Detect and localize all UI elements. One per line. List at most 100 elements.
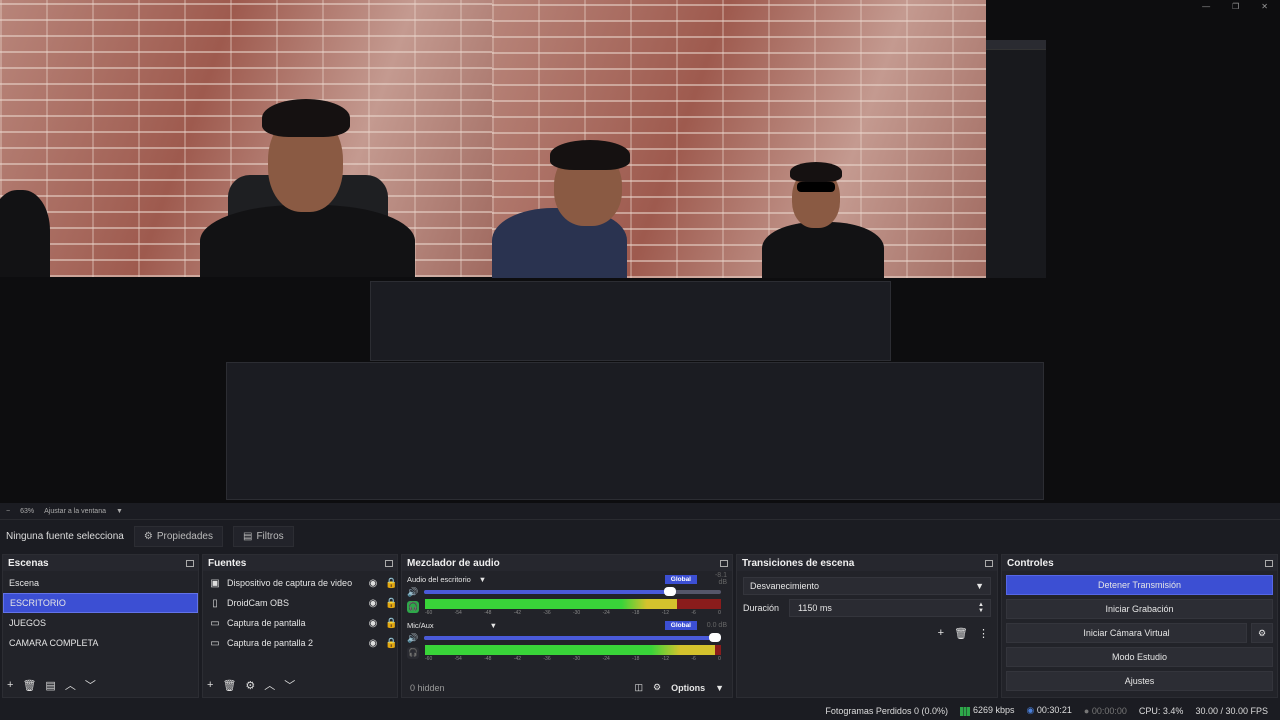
meter-tick-label: -60 — [425, 610, 433, 616]
meter-tick-label: -6 — [691, 656, 696, 662]
chevron-down-icon[interactable]: ▼ — [715, 683, 724, 693]
transitions-title: Transiciones de escena — [737, 555, 997, 571]
headphones-icon[interactable]: 🎧 — [407, 601, 419, 613]
filters-button[interactable]: ▤ Filtros — [233, 525, 294, 547]
webcam-feed-right — [492, 0, 986, 278]
properties-label: Propiedades — [156, 530, 213, 542]
chevron-up-icon[interactable]: ︿ — [264, 677, 275, 693]
eye-icon[interactable]: ◉ — [367, 638, 379, 649]
volume-slider[interactable] — [424, 633, 721, 642]
chevron-up-icon[interactable]: ︿ — [65, 677, 76, 693]
chevron-down-icon[interactable]: ﹀ — [284, 677, 295, 693]
source-item[interactable]: ▯ DroidCam OBS ◉ 🔒 — [203, 593, 397, 613]
person-body — [762, 222, 884, 278]
popout-icon[interactable] — [385, 559, 393, 567]
eye-icon[interactable]: ◉ — [367, 578, 379, 589]
minimize-icon[interactable]: — — [1202, 0, 1210, 14]
preview-zoom-bar: − 63% Ajustar a la ventana ▼ — [0, 504, 1280, 520]
add-icon[interactable]: + — [207, 679, 213, 691]
lock-icon[interactable]: 🔒 — [385, 618, 397, 629]
start-recording-button[interactable]: Iniciar Grabación — [1006, 599, 1273, 619]
start-virtual-camera-button[interactable]: Iniciar Cámara Virtual — [1006, 623, 1247, 643]
spinner-icon[interactable]: ▲ ▼ — [978, 602, 984, 614]
preview-canvas[interactable]: — ❐ ✕ — [0, 0, 1280, 503]
zoom-minus-icon[interactable]: − — [6, 508, 10, 515]
source-item[interactable]: ▭ Captura de pantalla 2 ◉ 🔒 — [203, 633, 397, 653]
chevron-down-icon[interactable]: ▼ — [116, 508, 123, 515]
volume-slider[interactable] — [424, 587, 721, 596]
nested-window-edge — [986, 40, 1046, 278]
properties-button[interactable]: ⚙ Propiedades — [133, 525, 223, 547]
source-name: Dispositivo de captura de video — [227, 578, 353, 588]
layout-icon[interactable]: ◫ — [634, 682, 643, 693]
scene-item[interactable]: JUEGOS — [3, 613, 198, 633]
options-button[interactable]: Options — [671, 683, 705, 693]
filter-icon[interactable]: ▤ — [45, 679, 55, 692]
signal-icon — [959, 706, 970, 716]
volume-meter: -60 -54 -48 -42 -36 -30 -24 -18 -12 -6 0 — [425, 599, 721, 616]
trash-icon[interactable]: 🗑 — [954, 627, 968, 640]
close-icon[interactable]: ✕ — [1261, 0, 1268, 14]
meter-tick-label: -6 — [691, 610, 696, 616]
transition-selected: Desvanecimiento — [750, 581, 820, 591]
scene-item[interactable]: Escena — [3, 573, 198, 593]
transitions-dock: Transiciones de escena Desvanecimiento ▼… — [736, 554, 998, 698]
transition-select[interactable]: Desvanecimiento ▼ — [743, 577, 991, 595]
duration-input[interactable]: 1150 ms ▲ ▼ — [789, 599, 991, 617]
meter-tick-label: -30 — [572, 656, 581, 662]
window-controls[interactable]: — ❐ ✕ — [1180, 0, 1280, 14]
meter-tick-label: 0 — [718, 610, 721, 616]
studio-mode-button[interactable]: Modo Estudio — [1006, 647, 1273, 667]
meter-tick-label: -48 — [484, 656, 492, 662]
stop-stream-button[interactable]: Detener Transmisión — [1006, 575, 1273, 595]
sunglasses — [797, 182, 835, 192]
filters-label: Filtros — [256, 530, 284, 542]
lock-icon[interactable]: 🔒 — [385, 578, 397, 589]
popout-icon[interactable] — [720, 559, 728, 567]
scene-item-selected[interactable]: ESCRITORIO — [3, 593, 198, 613]
trash-icon[interactable]: 🗑 — [222, 679, 236, 692]
lock-icon[interactable]: 🔒 — [385, 638, 397, 649]
chevron-down-icon[interactable]: ﹀ — [85, 677, 96, 693]
gear-icon[interactable]: ⚙ — [245, 679, 255, 692]
meter-tick-label: -48 — [484, 610, 492, 616]
lock-icon[interactable]: 🔒 — [385, 598, 397, 609]
chevron-down-icon[interactable]: ▼ — [490, 621, 497, 630]
dropped-frames: Fotogramas Perdidos 0 (0.0%) — [825, 705, 948, 716]
person-body-edge — [0, 190, 50, 277]
monitor-icon: ▭ — [210, 617, 220, 629]
duration-value: 1150 ms — [798, 603, 832, 613]
popout-icon[interactable] — [985, 559, 993, 567]
more-icon[interactable]: ⋮ — [978, 627, 989, 640]
eye-icon[interactable]: ◉ — [367, 618, 379, 629]
person-hair — [262, 99, 350, 137]
channel-db: 0.0 dB — [706, 621, 727, 629]
speaker-icon[interactable]: 🔊 — [407, 633, 418, 644]
eye-icon[interactable]: ◉ — [367, 598, 379, 609]
source-item[interactable]: ▭ Captura de pantalla ◉ 🔒 — [203, 613, 397, 633]
speaker-icon[interactable]: 🔊 — [407, 587, 418, 598]
meter-tick-label: -24 — [602, 610, 610, 616]
stream-time: ◉ 00:30:21 — [1027, 705, 1072, 716]
meter-tick-label: -54 — [454, 656, 462, 662]
settings-icon[interactable]: ⚙ — [653, 682, 661, 693]
meter-tick-label: -60 — [425, 656, 433, 662]
gear-icon[interactable]: ⚙ — [1251, 623, 1273, 643]
channel-name: Audio del escritorio — [407, 574, 471, 584]
add-icon[interactable]: + — [938, 627, 944, 640]
zoom-mode[interactable]: Ajustar a la ventana — [44, 508, 106, 515]
source-item[interactable]: ▣ Dispositivo de captura de video ◉ 🔒 — [203, 573, 397, 593]
maximize-icon[interactable]: ❐ — [1232, 0, 1239, 14]
zoom-level[interactable]: 63% — [20, 508, 34, 515]
scene-item[interactable]: CAMARA COMPLETA — [3, 633, 198, 653]
meter-tick-label: -36 — [543, 610, 551, 616]
add-icon[interactable]: + — [7, 679, 13, 691]
popout-icon[interactable] — [186, 559, 194, 567]
chevron-down-icon[interactable]: ▼ — [479, 575, 486, 584]
popout-icon[interactable] — [1265, 559, 1273, 567]
no-source-label: Ninguna fuente selecciona — [6, 530, 124, 542]
settings-button[interactable]: Ajustes — [1006, 671, 1273, 691]
nested-obs-capture-large — [226, 362, 1044, 500]
headphones-icon[interactable]: 🎧 — [407, 647, 419, 659]
trash-icon[interactable]: 🗑 — [22, 679, 36, 692]
